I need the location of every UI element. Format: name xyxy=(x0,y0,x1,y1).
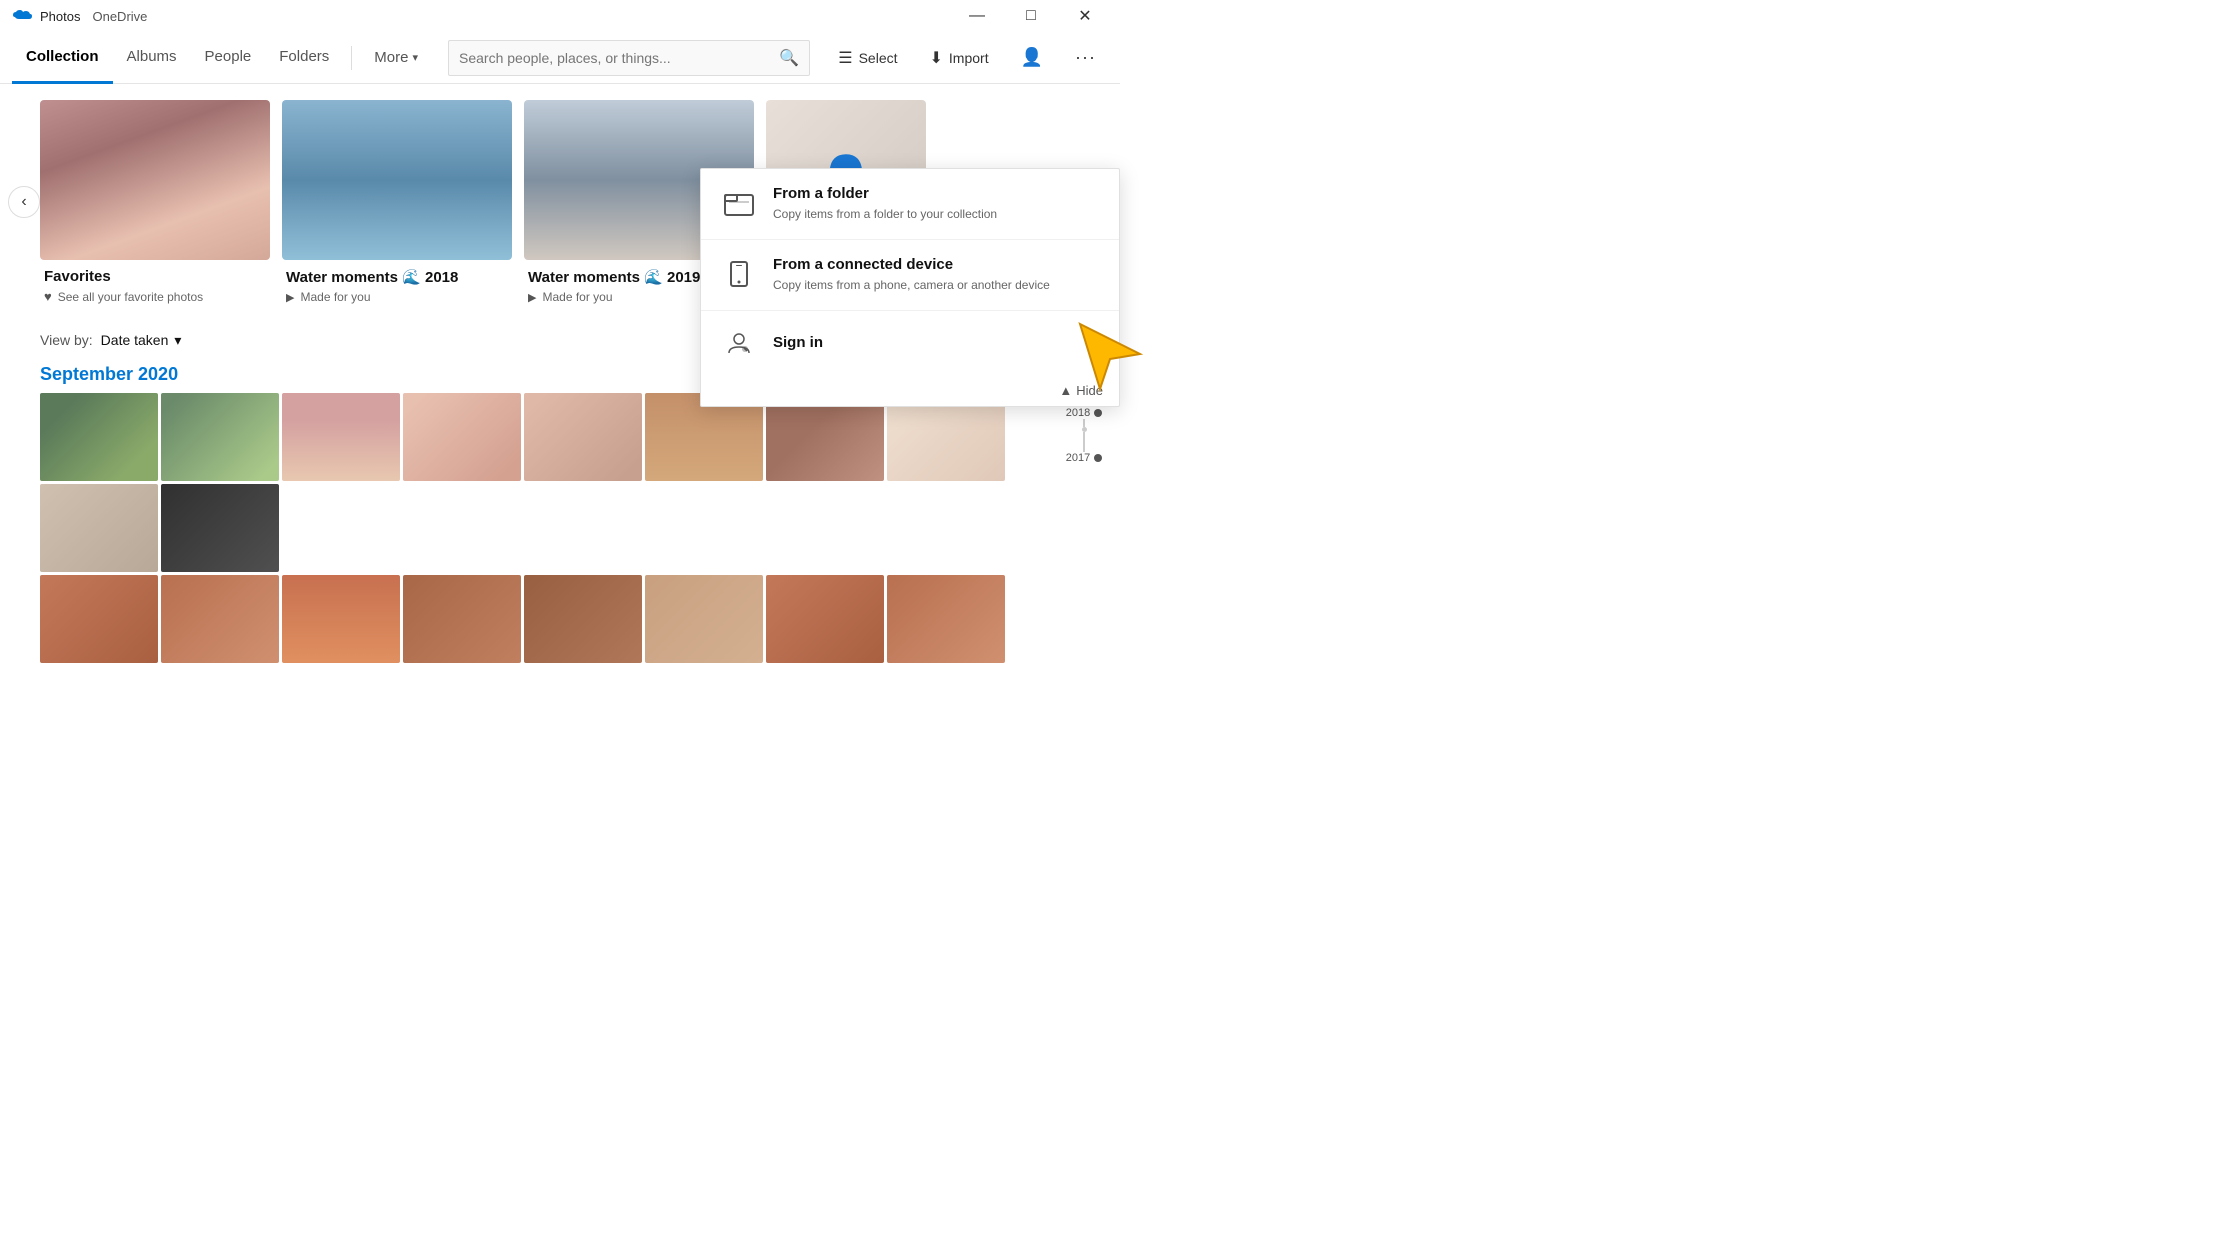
album-title-water2018: Water moments 🌊 2018 xyxy=(286,268,508,286)
app-icon xyxy=(12,9,32,23)
menu-signin-title: Sign in xyxy=(773,334,823,351)
photo-item[interactable] xyxy=(40,575,158,663)
timeline-marker-2017: 2017 xyxy=(1066,452,1102,464)
view-by-select[interactable]: Date taken ▾ xyxy=(101,332,182,349)
chevron-down-icon: ▾ xyxy=(412,51,418,64)
menu-item-device-text: From a connected device Copy items from … xyxy=(773,256,1050,294)
menu-item-device-desc: Copy items from a phone, camera or anoth… xyxy=(773,277,1050,294)
photo-item[interactable] xyxy=(403,393,521,481)
menu-item-folder-text: From a folder Copy items from a folder t… xyxy=(773,185,997,223)
signin-icon xyxy=(721,325,757,361)
photo-item[interactable] xyxy=(524,575,642,663)
titlebar: Photos OneDrive — □ ✕ xyxy=(0,0,1120,32)
ellipsis-icon: ··· xyxy=(1075,47,1096,68)
album-water2018[interactable]: Water moments 🌊 2018 ▶ Made for you xyxy=(282,100,512,308)
photo-item[interactable] xyxy=(161,575,279,663)
photo-item[interactable] xyxy=(40,484,158,572)
photo-item[interactable] xyxy=(645,575,763,663)
onedrive-label: OneDrive xyxy=(92,9,147,24)
import-dropdown-menu: From a folder Copy items from a folder t… xyxy=(700,168,1120,407)
album-subtitle-favorites: ♥ See all your favorite photos xyxy=(44,289,266,304)
account-icon: 👤 xyxy=(1021,47,1043,68)
select-icon: ☰ xyxy=(838,48,852,68)
dropdown-chevron-icon: ▾ xyxy=(174,332,181,349)
nav-actions: ☰ Select ⬇ Import 👤 ··· xyxy=(826,41,1108,74)
photo-item[interactable] xyxy=(766,575,884,663)
maximize-button[interactable]: □ xyxy=(1008,0,1054,32)
nav-separator xyxy=(351,46,352,70)
menu-item-signin[interactable]: Sign in xyxy=(701,311,1119,375)
tab-folders[interactable]: Folders xyxy=(265,32,343,84)
photo-item[interactable] xyxy=(403,575,521,663)
tab-albums[interactable]: Albums xyxy=(113,32,191,84)
menu-item-folder-title: From a folder xyxy=(773,185,997,202)
menu-item-device-title: From a connected device xyxy=(773,256,1050,273)
timeline-dot-2017 xyxy=(1094,454,1102,462)
photo-item[interactable] xyxy=(40,393,158,481)
photo-item[interactable] xyxy=(524,393,642,481)
device-icon xyxy=(721,256,757,292)
album-thumbnail-favorites xyxy=(40,100,270,260)
navbar: Collection Albums People Folders More ▾ … xyxy=(0,32,1120,84)
nav-tabs: Collection Albums People Folders More ▾ xyxy=(12,32,432,84)
import-icon: ⬇ xyxy=(930,48,943,68)
photo-grid-2020-row2 xyxy=(40,575,1080,663)
photo-item[interactable] xyxy=(161,393,279,481)
tab-collection[interactable]: Collection xyxy=(12,32,113,84)
more-button[interactable]: More ▾ xyxy=(360,32,432,84)
more-options-button[interactable]: ··· xyxy=(1063,41,1108,74)
folder-icon xyxy=(721,185,757,221)
prev-button[interactable]: ‹ xyxy=(8,186,40,218)
timeline-dot-2018 xyxy=(1094,409,1102,417)
photo-item[interactable] xyxy=(887,575,1005,663)
timeline-marker-2018: 2018 xyxy=(1066,407,1102,419)
import-button[interactable]: ⬇ Import xyxy=(918,42,1001,74)
menu-item-from-device[interactable]: From a connected device Copy items from … xyxy=(701,240,1119,311)
main-content: ‹ Favorites ♥ See all your favorite phot… xyxy=(0,84,1120,630)
menu-item-from-folder[interactable]: From a folder Copy items from a folder t… xyxy=(701,169,1119,240)
photo-item[interactable] xyxy=(282,393,400,481)
app-title: Photos xyxy=(40,9,80,24)
photo-grid-2020 xyxy=(40,393,1080,572)
album-info-favorites: Favorites ♥ See all your favorite photos xyxy=(40,260,270,308)
album-favorites[interactable]: Favorites ♥ See all your favorite photos xyxy=(40,100,270,308)
account-button[interactable]: 👤 xyxy=(1009,41,1055,74)
photo-section: September 2020 xyxy=(0,364,1120,663)
select-button[interactable]: ☰ Select xyxy=(826,42,909,74)
tab-people[interactable]: People xyxy=(191,32,266,84)
video-icon-2018: ▶ xyxy=(286,291,294,304)
hide-option[interactable]: ▲ Hide xyxy=(701,375,1119,406)
search-icon: 🔍 xyxy=(779,48,799,68)
photo-item[interactable] xyxy=(282,575,400,663)
search-input[interactable] xyxy=(459,50,779,66)
minimize-button[interactable]: — xyxy=(954,0,1000,32)
search-bar[interactable]: 🔍 xyxy=(448,40,810,76)
view-by-label: View by: xyxy=(40,332,93,348)
chevron-up-icon: ▲ xyxy=(1059,383,1072,398)
album-subtitle-water2018: ▶ Made for you xyxy=(286,290,508,304)
menu-item-folder-desc: Copy items from a folder to your collect… xyxy=(773,206,997,223)
album-title-favorites: Favorites xyxy=(44,268,266,285)
photo-item[interactable] xyxy=(161,484,279,572)
video-icon-2019: ▶ xyxy=(528,291,536,304)
album-thumbnail-water2018 xyxy=(282,100,512,260)
close-button[interactable]: ✕ xyxy=(1062,0,1108,32)
heart-icon: ♥ xyxy=(44,289,52,304)
album-info-water2018: Water moments 🌊 2018 ▶ Made for you xyxy=(282,260,512,308)
